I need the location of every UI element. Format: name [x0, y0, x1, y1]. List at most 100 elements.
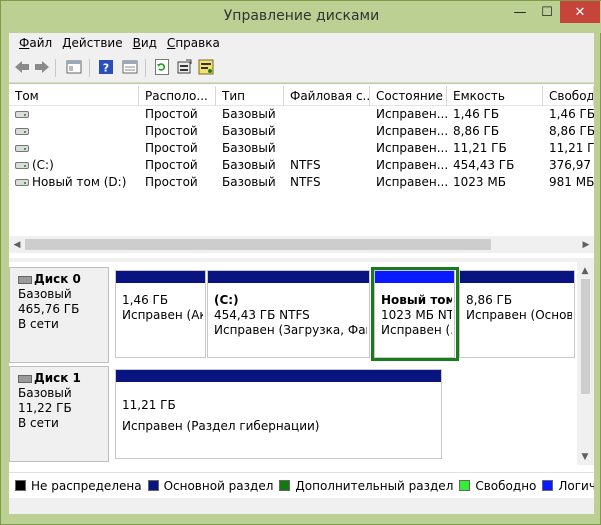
- type-cell: Базовый: [222, 107, 276, 121]
- hard-disk-icon: [18, 374, 32, 383]
- volume-name-cell: Новый том (D:): [9, 174, 139, 191]
- partition-size: 454,43 ГБ NTFS: [214, 308, 310, 322]
- disk-name: Диск 0: [18, 272, 108, 287]
- minimize-button[interactable]: —: [506, 1, 534, 23]
- partition-disk0-4[interactable]: 8,86 ГБ Исправен (Основ: [459, 270, 575, 358]
- layout-cell: Простой: [145, 141, 198, 155]
- legend-swatch: [279, 480, 291, 491]
- menu-file[interactable]: Файл: [19, 36, 52, 50]
- partition-disk0-1[interactable]: 1,46 ГБ Исправен (Ак: [115, 270, 206, 358]
- type-cell: Базовый: [222, 141, 276, 155]
- toolbar: ?: [9, 53, 594, 83]
- column-header-type[interactable]: Тип: [216, 86, 284, 106]
- layout-cell: Простой: [145, 158, 198, 172]
- disk-size: 465,76 ГБ: [18, 302, 80, 316]
- layout-cell: Простой: [145, 107, 198, 121]
- hard-disk-icon: [18, 275, 32, 284]
- properties-icon[interactable]: [121, 58, 139, 76]
- horizontal-scroll-thumb[interactable]: [25, 239, 491, 250]
- close-button[interactable]: ✕: [560, 1, 600, 23]
- svg-text:?: ?: [103, 62, 109, 75]
- disk-name: Диск 1: [18, 371, 108, 386]
- disk-graphical-view: Диск 0 Базовый 465,76 ГБ В сети 1,46 ГБ …: [9, 262, 594, 465]
- capacity-cell: 11,21 ГБ: [453, 141, 507, 155]
- selected-partition-outline: [371, 267, 459, 361]
- vertical-scroll-thumb[interactable]: [581, 279, 590, 394]
- menu-help[interactable]: Справка: [167, 36, 220, 50]
- free-cell: 11,21 ГБ: [549, 141, 594, 155]
- maximize-button[interactable]: ☐: [534, 1, 560, 23]
- title-bar[interactable]: Управление дисками — ☐ ✕: [1, 1, 601, 33]
- scroll-down-icon[interactable]: ▼: [577, 448, 593, 465]
- toolbar-separator: [55, 59, 56, 77]
- column-header-capacity[interactable]: Емкость: [447, 86, 543, 106]
- column-header-volume[interactable]: Том: [9, 86, 139, 106]
- disk-state: В сети: [18, 416, 59, 430]
- partition-size: 1,46 ГБ: [122, 293, 169, 307]
- primary-partition-bar: [208, 271, 369, 283]
- table-row[interactable]: Простой Базовый Исправен... 1,46 ГБ 1,46…: [9, 106, 594, 123]
- toolbar-separator: [89, 59, 90, 77]
- disk-size: 11,22 ГБ: [18, 401, 72, 415]
- back-arrow-icon[interactable]: [13, 58, 31, 76]
- column-header-layout[interactable]: Располо...: [139, 86, 216, 106]
- legend-swatch: [15, 480, 26, 491]
- menu-view[interactable]: Вид: [133, 36, 157, 50]
- column-header-free[interactable]: Свобода: [543, 86, 594, 106]
- table-row[interactable]: Простой Базовый Исправен... 11,21 ГБ 11,…: [9, 140, 594, 157]
- refresh-icon[interactable]: [153, 58, 171, 76]
- volume-name-cell: [9, 140, 139, 157]
- capacity-cell: 8,86 ГБ: [453, 124, 500, 138]
- layout-cell: Простой: [145, 175, 198, 189]
- legend-item: Дополнительный раздел: [279, 479, 453, 493]
- volume-list-header: Том Располо... Тип Файловая с... Состоян…: [9, 86, 594, 106]
- column-header-filesystem[interactable]: Файловая с...: [284, 86, 370, 106]
- partition-status: Исправен (Основ: [466, 308, 572, 322]
- type-cell: Базовый: [222, 175, 276, 189]
- partition-label: (C:): [214, 293, 239, 307]
- partition-size: 8,86 ГБ: [466, 293, 513, 307]
- forward-arrow-icon[interactable]: [33, 58, 51, 76]
- status-cell: Исправен...: [376, 124, 447, 138]
- partition-text: 11,21 ГБ Исправен (Раздел гибернации): [122, 398, 439, 434]
- table-row[interactable]: (C:) Простой Базовый NTFS Исправен... 45…: [9, 157, 594, 174]
- vertical-scrollbar[interactable]: ▲ ▼: [577, 262, 594, 465]
- scroll-left-icon[interactable]: ◀: [9, 236, 25, 253]
- toolbar-separator: [145, 59, 146, 77]
- column-header-status[interactable]: Состояние: [370, 86, 447, 106]
- filesystem-cell: NTFS: [290, 175, 321, 189]
- scroll-up-icon[interactable]: ▲: [577, 262, 593, 279]
- drive-icon: [15, 162, 29, 169]
- status-cell: Исправен...: [376, 158, 447, 172]
- filesystem-cell: [284, 123, 370, 140]
- filesystem-cell: NTFS: [290, 158, 321, 172]
- capacity-cell: 1,46 ГБ: [453, 107, 500, 121]
- disk-1-info[interactable]: Диск 1 Базовый 11,22 ГБ В сети: [9, 366, 109, 462]
- scroll-right-icon[interactable]: ▶: [578, 236, 594, 253]
- rescan-disks-icon[interactable]: [197, 58, 215, 76]
- primary-partition-bar: [116, 271, 205, 283]
- table-row[interactable]: Новый том (D:) Простой Базовый NTFS Испр…: [9, 174, 594, 191]
- partition-disk1-1[interactable]: 11,21 ГБ Исправен (Раздел гибернации): [115, 369, 442, 459]
- partition-text: (C:) 454,43 ГБ NTFS Исправен (Загрузка, …: [214, 293, 367, 338]
- table-row[interactable]: Простой Базовый Исправен... 8,86 ГБ 8,86…: [9, 123, 594, 140]
- menu-action[interactable]: Действие: [62, 36, 122, 50]
- primary-partition-bar: [116, 370, 441, 382]
- status-bar: [9, 498, 594, 514]
- help-icon[interactable]: ?: [97, 58, 115, 76]
- drive-icon: [15, 128, 29, 135]
- drive-icon: [15, 111, 29, 118]
- settings-icon[interactable]: [175, 58, 193, 76]
- horizontal-scrollbar[interactable]: ◀ ▶: [9, 236, 594, 253]
- volume-name-cell: (C:): [9, 157, 139, 174]
- legend-item: Свободно: [459, 479, 536, 493]
- main-content: Том Располо... Тип Файловая с... Состоян…: [9, 84, 594, 514]
- capacity-cell: 1023 МБ: [453, 175, 506, 189]
- partition-text: 8,86 ГБ Исправен (Основ: [466, 293, 572, 323]
- partition-status: Исправен (Ак: [122, 308, 203, 322]
- volume-list: Том Располо... Тип Файловая с... Состоян…: [9, 84, 594, 258]
- console-tree-icon[interactable]: [65, 58, 83, 76]
- disk-0-info[interactable]: Диск 0 Базовый 465,76 ГБ В сети: [9, 267, 109, 363]
- status-cell: Исправен...: [376, 107, 447, 121]
- partition-disk0-c[interactable]: (C:) 454,43 ГБ NTFS Исправен (Загрузка, …: [207, 270, 370, 358]
